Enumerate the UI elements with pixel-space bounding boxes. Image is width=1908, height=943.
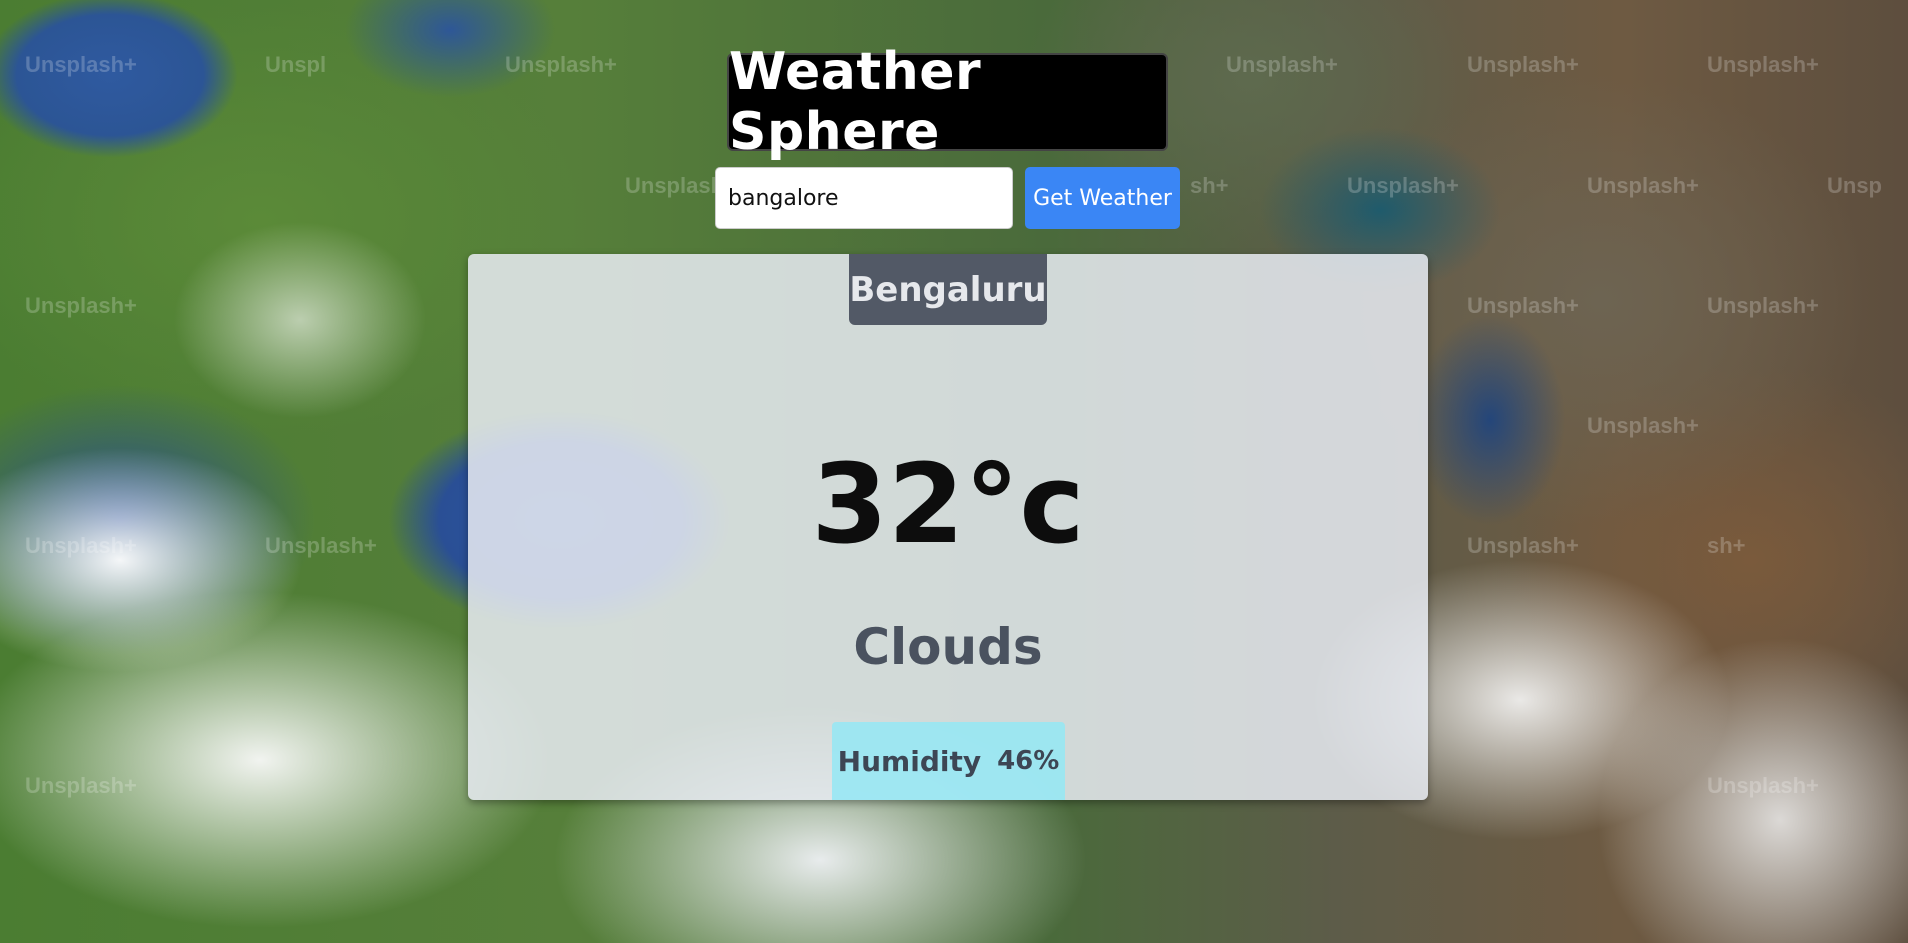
watermark: Unsplash+ [1226,52,1338,77]
humidity-label: Humidity [837,744,982,778]
search-bar: Get Weather [715,167,1180,229]
app-title-box: Weather Sphere [727,42,1168,162]
watermark: Unsplash+ [505,52,617,77]
watermark: Unsp [1827,173,1882,198]
watermark: Unsplash+ [1587,413,1699,438]
city-name: Bengaluru [849,269,1047,310]
watermark: Unsplash+ [1707,773,1819,798]
watermark: Unsplash+ [25,52,137,77]
app-title: Weather Sphere [729,42,982,162]
watermark: Unsplash+ [1467,293,1579,318]
watermark: Unsplash+ [25,293,137,318]
watermark: Unsplash+ [25,773,137,798]
watermark: Unsplash+ [1587,173,1699,198]
watermark: Unsplash+ [1707,52,1819,77]
get-weather-button[interactable]: Get Weather [1025,167,1180,229]
watermark: sh+ [1190,173,1229,198]
humidity-value: 46% [997,746,1060,776]
city-badge: Bengaluru [849,254,1047,325]
watermark: Unsplash+ [265,533,377,558]
watermark: Unsplash+ [1707,293,1819,318]
weather-card: Bengaluru 32°c Clouds Humidity 46% [468,254,1428,800]
watermark: Unsplash+ [1467,52,1579,77]
city-search-input[interactable] [715,167,1013,229]
watermark: Unsplash+ [1467,533,1579,558]
watermark: Unsplash+ [1347,173,1459,198]
humidity-badge: Humidity 46% [832,722,1065,800]
temperature-value: 32°c [811,440,1085,568]
watermark: Unspl [265,52,327,77]
watermark: sh+ [1707,533,1746,558]
watermark: Unsplash+ [25,533,137,558]
weather-condition: Clouds [853,618,1043,676]
